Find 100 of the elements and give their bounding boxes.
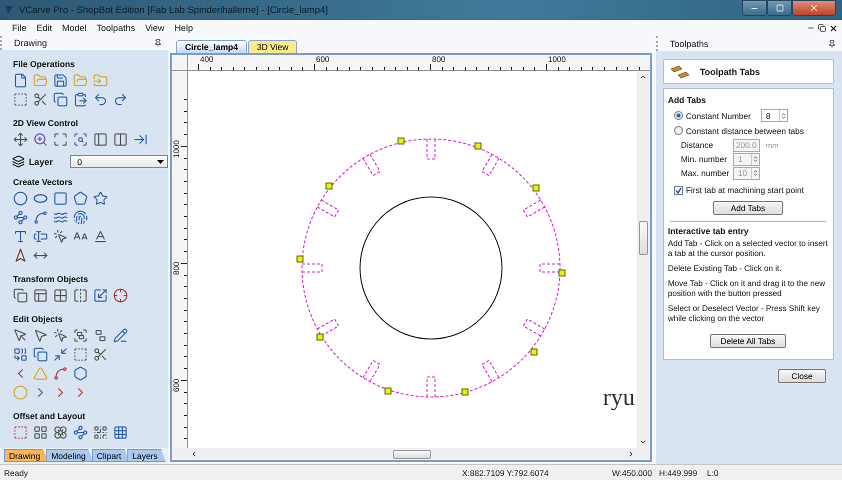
copy-icon[interactable] [32,346,49,363]
tab-marker[interactable] [474,142,482,150]
mirror-icon[interactable] [72,287,89,304]
checkbox[interactable] [674,186,683,194]
hexagon-icon[interactable] [72,365,89,382]
ruler-label: 600 [316,55,330,64]
copy-icon[interactable] [12,287,29,304]
close-button[interactable] [792,0,836,16]
selection-icon[interactable] [12,91,29,108]
height-readout: H:449.999 [659,468,698,478]
tab-marker[interactable] [326,182,332,190]
tab-marker[interactable] [558,270,566,276]
text-box-icon[interactable] [32,228,49,245]
new-file-icon[interactable] [12,72,29,89]
close-panel-button[interactable]: Close [778,369,826,383]
panel-icon[interactable] [112,131,129,148]
radio-button[interactable] [674,126,683,135]
menu-item[interactable]: Toolpaths [92,23,140,33]
tab-marker[interactable] [316,334,324,340]
scroll-thumb[interactable] [393,450,432,458]
cursor-position: X:882.7109 Y:792.6074 [462,468,550,478]
text-icon[interactable] [12,228,29,245]
scroll-left-icon[interactable] [190,450,198,458]
section-title: Offset and Layout [13,411,86,421]
grid-icon[interactable] [32,424,49,441]
scroll-thumb[interactable] [638,221,648,255]
grid-icon[interactable] [112,424,129,441]
menu-item[interactable]: Help [169,23,198,33]
cut-icon[interactable] [32,91,49,108]
curve-icon[interactable] [32,209,49,226]
group-icon[interactable] [72,327,89,344]
tab-marker[interactable] [384,388,392,394]
zoom-icon[interactable] [72,131,89,148]
curve-icon[interactable] [52,365,69,382]
undo-icon[interactable] [92,91,109,108]
combine-icon[interactable] [12,346,29,363]
panel-icon[interactable] [92,131,109,148]
status-message: Ready [3,468,29,478]
pen-icon[interactable] [112,327,129,344]
add-tabs-button[interactable]: Add Tabs [712,201,783,215]
shrink-icon[interactable] [52,346,69,363]
tab-marker[interactable] [296,256,304,262]
pointer-icon[interactable] [32,327,49,344]
pointer-icon[interactable] [52,327,69,344]
menu-item[interactable]: File [7,23,32,33]
polyline-icon[interactable] [12,209,29,226]
circle-icon[interactable] [12,190,29,207]
document-tab[interactable]: Circle_lamp4 [176,40,247,53]
tab-marker[interactable] [462,388,468,396]
tab-marker[interactable] [532,184,540,192]
ruler-label: 400 [200,55,214,64]
grid-icon[interactable] [52,287,69,304]
pattern-icon[interactable] [92,424,109,441]
nodes-icon[interactable] [72,424,89,441]
tab-marker[interactable] [530,348,538,356]
redo-icon[interactable] [112,91,129,108]
ruler-label: 800 [432,55,446,64]
zoom-icon[interactable] [32,131,49,148]
delete-all-tabs-button[interactable]: Delete All Tabs [710,334,786,348]
pointer-icon[interactable] [12,327,29,344]
maximize-icon [776,4,784,12]
flower-icon[interactable] [52,424,69,441]
restore-icon[interactable] [818,24,826,32]
document-tab[interactable]: 3D View [248,40,298,53]
maximize-button[interactable] [767,0,792,16]
panel-tab[interactable]: Clipart [92,449,130,462]
pointer-icon[interactable] [52,228,69,245]
panel-icon[interactable] [32,287,49,304]
star-icon[interactable] [92,190,109,207]
cut-icon[interactable] [92,346,109,363]
panel-tab[interactable]: Layers [127,449,166,462]
panel-tab[interactable]: Drawing [4,449,48,462]
close-icon[interactable] [829,24,838,32]
menu-item[interactable]: Edit [32,23,58,33]
tab-marker[interactable] [398,138,404,144]
offset-icon[interactable] [12,424,29,441]
copy-icon[interactable] [52,91,69,108]
number-spinner[interactable]: 8 [760,109,788,122]
help-text: Select or Deselect Vector - Press Shift key while clicking on the vector [668,304,821,324]
spiral-icon[interactable] [72,209,89,226]
baseline-icon[interactable] [92,228,109,245]
scroll-down-icon[interactable] [639,438,648,446]
layer-dropdown[interactable]: 0 [70,155,168,168]
fit-icon[interactable] [52,131,69,148]
panel-tab[interactable]: Modeling [46,449,94,462]
pentagon-icon[interactable] [72,190,89,207]
menu-item[interactable]: Model [57,23,92,33]
ruler-label: 1000 [172,140,181,158]
rectangle-icon[interactable] [52,190,69,207]
pin-icon[interactable] [828,40,836,48]
scale-icon[interactable] [92,287,109,304]
scroll-up-icon[interactable] [639,73,648,81]
menu-item[interactable]: View [140,23,170,33]
pin-icon[interactable] [154,39,162,47]
move-icon[interactable] [12,131,29,148]
crosshair-icon[interactable] [112,287,129,304]
save-icon[interactable] [52,72,69,89]
paste-icon[interactable] [72,91,89,108]
minimize-button[interactable] [742,0,767,16]
radio-button[interactable] [674,111,683,120]
